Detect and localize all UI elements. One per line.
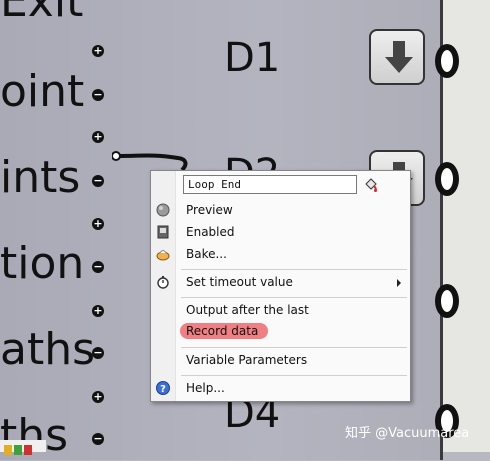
watermark-text: 知乎 @Vacuumarea bbox=[345, 426, 470, 441]
preview-icon bbox=[156, 203, 170, 217]
help-icon: ? bbox=[156, 381, 170, 395]
menu-item-enabled[interactable]: Enabled bbox=[157, 222, 409, 244]
add-param-button[interactable]: + bbox=[92, 131, 104, 143]
stopwatch-icon bbox=[157, 276, 169, 289]
menu-separator bbox=[181, 297, 407, 298]
menu-item-set-timeout[interactable]: Set timeout value bbox=[157, 272, 409, 294]
canvas-background-strip bbox=[435, 0, 490, 452]
bake-icon bbox=[156, 250, 170, 261]
output-label-d1: D1 bbox=[224, 35, 281, 81]
input-label-point: oint bbox=[0, 66, 85, 117]
output-grip[interactable] bbox=[435, 284, 459, 318]
menu-item-bake[interactable]: Bake... bbox=[156, 244, 409, 266]
menu-item-help[interactable]: ? Help... bbox=[156, 378, 409, 400]
menu-item-label: Preview bbox=[186, 203, 233, 217]
add-param-button[interactable]: + bbox=[92, 218, 104, 230]
grasshopper-canvas[interactable]: Exit oint ints tion aths ths + − + − + −… bbox=[0, 0, 490, 460]
paint-bucket-icon[interactable] bbox=[363, 177, 379, 193]
menu-separator bbox=[181, 347, 407, 348]
menu-item-variable-parameters[interactable]: Variable Parameters bbox=[175, 350, 409, 372]
menu-separator bbox=[181, 269, 407, 270]
remove-param-button[interactable]: − bbox=[92, 89, 104, 101]
add-param-button[interactable]: + bbox=[92, 305, 104, 317]
remove-param-button[interactable]: − bbox=[92, 347, 104, 359]
input-label-option: tion bbox=[0, 238, 85, 289]
remove-param-button[interactable]: − bbox=[92, 433, 104, 445]
menu-item-label: Set timeout value bbox=[186, 275, 293, 289]
canvas-status-icons bbox=[0, 440, 46, 455]
menu-item-record-data[interactable]: Record data bbox=[175, 321, 409, 343]
menu-separator bbox=[181, 375, 407, 376]
input-label-exit: Exit bbox=[0, 0, 84, 27]
svg-text:?: ? bbox=[160, 384, 166, 395]
arrow-down-icon bbox=[385, 41, 413, 73]
input-label-paths: aths bbox=[0, 324, 96, 375]
menu-item-label: Bake... bbox=[186, 247, 227, 261]
menu-item-label: Variable Parameters bbox=[186, 353, 308, 367]
status-icons bbox=[4, 445, 32, 455]
output-grip[interactable] bbox=[435, 162, 459, 196]
add-param-button[interactable]: + bbox=[92, 45, 104, 57]
input-label-points: ints bbox=[0, 152, 81, 203]
component-name-input[interactable]: Loop End bbox=[183, 175, 357, 194]
menu-item-label: Enabled bbox=[186, 225, 235, 239]
menu-item-preview[interactable]: Preview bbox=[156, 200, 409, 222]
output-toggle-button[interactable] bbox=[369, 29, 425, 85]
menu-item-label: Help... bbox=[186, 381, 225, 395]
submenu-arrow-icon bbox=[397, 279, 401, 287]
menu-item-label: Output after the last bbox=[186, 303, 309, 317]
menu-item-output-after-last[interactable]: Output after the last bbox=[175, 300, 409, 322]
remove-param-button[interactable]: − bbox=[92, 261, 104, 273]
output-grip[interactable] bbox=[435, 44, 459, 78]
remove-param-button[interactable]: − bbox=[92, 175, 104, 187]
menu-item-label: Record data bbox=[186, 324, 259, 338]
add-param-button[interactable]: + bbox=[92, 391, 104, 403]
enabled-icon bbox=[157, 225, 169, 239]
context-menu: Loop End Preview Enabled Bake... Set tim… bbox=[150, 170, 411, 402]
